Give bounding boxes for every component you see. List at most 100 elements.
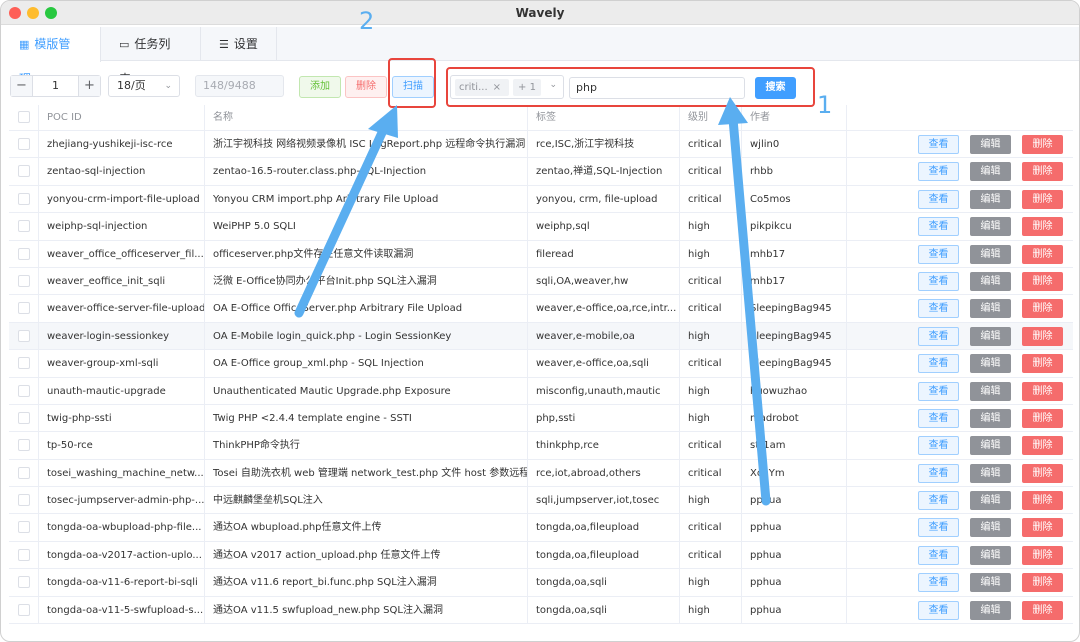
row-checkbox[interactable] xyxy=(18,247,30,260)
view-button[interactable]: 查看 xyxy=(918,326,959,346)
table-row[interactable]: weiphp-sql-injection WeiPHP 5.0 SQLI weiph… xyxy=(9,213,1073,241)
edit-button[interactable]: 编辑 xyxy=(970,600,1011,620)
table-row[interactable]: weaver_eoffice_init_sqli 泛微 E-Office协同办公平… xyxy=(9,267,1073,296)
row-checkbox[interactable] xyxy=(18,274,30,287)
view-button[interactable]: 查看 xyxy=(918,217,959,237)
tab-settings[interactable]: ☰ 设置 xyxy=(201,27,277,61)
tab-template-management[interactable]: ▦模版管理 xyxy=(1,27,101,86)
table-row[interactable]: weaver-office-server-file-upload OA E-Off… xyxy=(9,295,1073,323)
table-row[interactable]: tp-50-rce ThinkPHP命令执行 thinkphp,rce critica… xyxy=(9,432,1073,460)
row-checkbox[interactable] xyxy=(18,302,30,315)
increment-button[interactable]: + xyxy=(78,76,100,96)
edit-button[interactable]: 编辑 xyxy=(970,354,1011,374)
add-button[interactable]: 添加 xyxy=(299,76,341,98)
view-button[interactable]: 查看 xyxy=(918,135,959,154)
view-button[interactable]: 查看 xyxy=(918,518,959,538)
row-delete-button[interactable]: 删除 xyxy=(1022,573,1063,593)
table-row[interactable]: tongda-oa-wbupload-php-file... 通达OA wbupl… xyxy=(9,514,1073,542)
row-delete-button[interactable]: 删除 xyxy=(1022,326,1063,346)
table-row[interactable]: zentao-sql-injection zentao-16.5-router.c… xyxy=(9,158,1073,186)
view-button[interactable]: 查看 xyxy=(918,408,959,428)
table-row[interactable]: tongda-oa-v11-6-report-bi-sqli 通达OA v11.6… xyxy=(9,569,1073,597)
view-button[interactable]: 查看 xyxy=(918,436,959,456)
edit-button[interactable]: 编辑 xyxy=(970,408,1011,428)
edit-button[interactable]: 编辑 xyxy=(970,244,1011,264)
row-checkbox[interactable] xyxy=(18,521,30,534)
row-delete-button[interactable]: 删除 xyxy=(1022,299,1063,319)
row-delete-button[interactable]: 删除 xyxy=(1022,545,1063,565)
table-row[interactable]: tongda-oa-v11-5-swfupload-s... 通达OA v11.5… xyxy=(9,596,1073,625)
edit-button[interactable]: 编辑 xyxy=(970,135,1011,154)
page-value[interactable]: 1 xyxy=(33,76,78,96)
edit-button[interactable]: 编辑 xyxy=(970,573,1011,593)
edit-button[interactable]: 编辑 xyxy=(970,491,1011,511)
edit-button[interactable]: 编辑 xyxy=(970,271,1011,291)
table-row[interactable]: weaver_office_officeserver_fil... offices… xyxy=(9,240,1073,268)
table-row[interactable]: yonyou-crm-import-file-upload Yonyou CRM … xyxy=(9,185,1073,214)
view-button[interactable]: 查看 xyxy=(918,299,959,319)
row-delete-button[interactable]: 删除 xyxy=(1022,408,1063,428)
row-delete-button[interactable]: 删除 xyxy=(1022,491,1063,511)
page-stepper[interactable]: − 1 + xyxy=(10,75,101,97)
edit-button[interactable]: 编辑 xyxy=(970,299,1011,319)
row-checkbox[interactable] xyxy=(18,329,30,342)
edit-button[interactable]: 编辑 xyxy=(970,381,1011,401)
row-delete-button[interactable]: 删除 xyxy=(1022,518,1063,538)
tab-task-list[interactable]: ▭任务列表 xyxy=(101,27,201,86)
table-row[interactable]: tosec-jumpserver-admin-php-... 中远麒麟堡垒机SQL… xyxy=(9,487,1073,515)
row-delete-button[interactable]: 删除 xyxy=(1022,217,1063,237)
view-button[interactable]: 查看 xyxy=(918,244,959,264)
row-delete-button[interactable]: 删除 xyxy=(1022,354,1063,374)
edit-button[interactable]: 编辑 xyxy=(970,518,1011,538)
row-checkbox[interactable] xyxy=(18,220,30,233)
row-delete-button[interactable]: 删除 xyxy=(1022,135,1063,154)
edit-button[interactable]: 编辑 xyxy=(970,162,1011,182)
edit-button[interactable]: 编辑 xyxy=(970,436,1011,456)
row-checkbox[interactable] xyxy=(18,165,30,178)
row-checkbox[interactable] xyxy=(18,138,30,150)
delete-button[interactable]: 删除 xyxy=(345,76,387,98)
table-row[interactable]: tongda-oa-v2017-action-uplo... 通达OA v2017… xyxy=(9,541,1073,570)
row-delete-button[interactable]: 删除 xyxy=(1022,271,1063,291)
row-delete-button[interactable]: 删除 xyxy=(1022,381,1063,401)
row-checkbox[interactable] xyxy=(18,548,30,561)
view-button[interactable]: 查看 xyxy=(918,189,959,209)
row-checkbox[interactable] xyxy=(18,357,30,370)
view-button[interactable]: 查看 xyxy=(918,573,959,593)
row-delete-button[interactable]: 删除 xyxy=(1022,463,1063,483)
view-button[interactable]: 查看 xyxy=(918,162,959,182)
row-delete-button[interactable]: 删除 xyxy=(1022,162,1063,182)
table-row[interactable]: weaver-login-sessionkey OA E-Mobile login… xyxy=(9,322,1073,351)
row-checkbox[interactable] xyxy=(18,466,30,479)
row-checkbox[interactable] xyxy=(18,384,30,397)
page-size-select[interactable]: 18/页 ⌄ xyxy=(108,75,180,97)
view-button[interactable]: 查看 xyxy=(918,381,959,401)
table-row[interactable]: weaver-group-xml-sqli OA E-Office group_x… xyxy=(9,350,1073,378)
edit-button[interactable]: 编辑 xyxy=(970,545,1011,565)
row-checkbox[interactable] xyxy=(18,439,30,452)
edit-button[interactable]: 编辑 xyxy=(970,189,1011,209)
table-row[interactable]: zhejiang-yushikeji-isc-rce 浙江宇视科技 网络视频录像机… xyxy=(9,131,1073,159)
edit-button[interactable]: 编辑 xyxy=(970,217,1011,237)
table-row[interactable]: tosei_washing_machine_netw... Tosei 自助洗衣机… xyxy=(9,459,1073,488)
row-checkbox[interactable] xyxy=(18,576,30,589)
edit-button[interactable]: 编辑 xyxy=(970,326,1011,346)
view-button[interactable]: 查看 xyxy=(918,491,959,511)
view-button[interactable]: 查看 xyxy=(918,463,959,483)
table-row[interactable]: unauth-mautic-upgrade Unauthenticated Mau… xyxy=(9,377,1073,405)
view-button[interactable]: 查看 xyxy=(918,545,959,565)
view-button[interactable]: 查看 xyxy=(918,600,959,620)
decrement-button[interactable]: − xyxy=(11,76,33,96)
row-checkbox[interactable] xyxy=(18,411,30,424)
select-all-checkbox[interactable] xyxy=(18,111,30,123)
row-delete-button[interactable]: 删除 xyxy=(1022,244,1063,264)
row-delete-button[interactable]: 删除 xyxy=(1022,189,1063,209)
view-button[interactable]: 查看 xyxy=(918,271,959,291)
table-row[interactable]: twig-php-ssti Twig PHP <2.4.4 template en… xyxy=(9,404,1073,433)
row-delete-button[interactable]: 删除 xyxy=(1022,436,1063,456)
row-checkbox[interactable] xyxy=(18,494,30,507)
edit-button[interactable]: 编辑 xyxy=(970,463,1011,483)
row-delete-button[interactable]: 删除 xyxy=(1022,600,1063,620)
view-button[interactable]: 查看 xyxy=(918,354,959,374)
row-checkbox[interactable] xyxy=(18,192,30,205)
